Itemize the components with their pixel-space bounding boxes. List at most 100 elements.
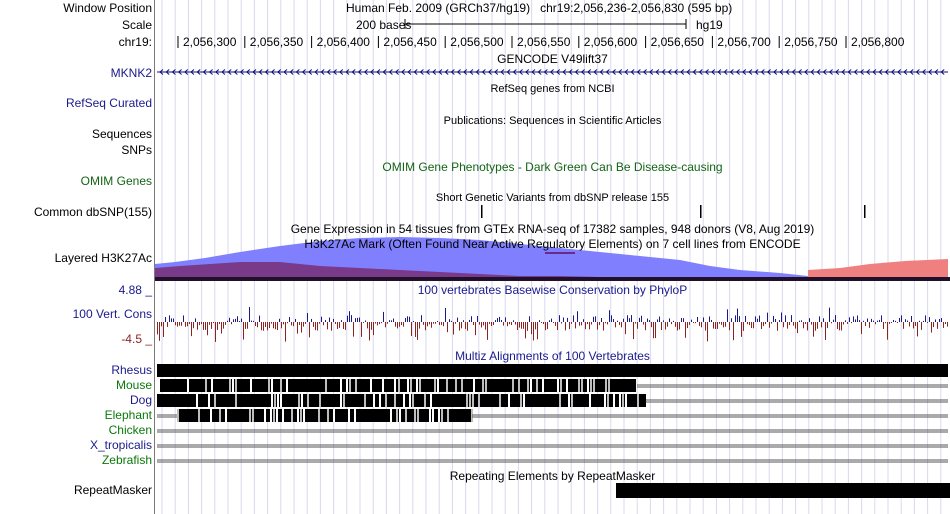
- cons-bar: [913, 322, 914, 329]
- species-label-dog[interactable]: Dog: [0, 393, 152, 407]
- alignment-mismatch: [249, 409, 251, 422]
- refseq-track-title: RefSeq genes from NCBI: [490, 83, 615, 95]
- cons-bar: [933, 322, 934, 328]
- alignment-mismatch: [318, 409, 320, 422]
- species-label-zebrafish[interactable]: Zebrafish: [0, 453, 152, 467]
- sequences-label[interactable]: Sequences: [0, 127, 152, 141]
- cons-bar: [261, 322, 262, 331]
- cons-bar: [425, 322, 426, 331]
- species-label-x-tropicalis[interactable]: X_tropicalis: [0, 438, 152, 452]
- snps-label[interactable]: SNPs: [0, 143, 152, 157]
- alignment-block: [398, 379, 636, 392]
- cons-bar: [767, 312, 768, 322]
- dbsnp-track-label[interactable]: Common dbSNP(155): [0, 205, 152, 219]
- cons-bar: [397, 322, 398, 329]
- cons-bar: [909, 322, 910, 327]
- cons-bar: [517, 322, 518, 330]
- alignment-mismatch: [268, 379, 270, 392]
- cons-bar: [673, 320, 674, 322]
- cons-bar: [939, 319, 940, 322]
- alignment-mismatch: [542, 379, 544, 392]
- cons-bar: [563, 317, 564, 322]
- cons-bar: [529, 316, 530, 322]
- cons-bar: [931, 322, 932, 333]
- cons-bar: [469, 319, 470, 322]
- cons-bar: [501, 320, 502, 322]
- cons-bar: [419, 322, 420, 329]
- cons-bar: [259, 315, 260, 322]
- cons-bar: [497, 318, 498, 322]
- cons-bar: [929, 317, 930, 322]
- cons-bar: [657, 319, 658, 322]
- refseq-track-label[interactable]: RefSeq Curated: [0, 96, 152, 110]
- alignment-mismatch: [508, 394, 510, 407]
- repeatmasker-track-label[interactable]: RepeatMasker: [0, 483, 152, 497]
- cons-bar: [403, 322, 404, 327]
- cons-bar: [791, 315, 792, 322]
- cons-bar: [265, 322, 266, 327]
- alignment-mismatch: [300, 409, 302, 422]
- cons-bar: [749, 322, 750, 326]
- cons-bar: [825, 322, 826, 341]
- alignment-mismatch: [301, 394, 303, 407]
- cons-bar: [441, 322, 442, 325]
- cons-bar: [815, 322, 816, 331]
- cons-bar: [205, 322, 206, 330]
- cons-bar: [717, 322, 718, 329]
- cons-bar: [651, 322, 652, 328]
- cons-bar: [741, 322, 742, 337]
- cons-bar: [663, 320, 664, 322]
- cons-bar: [743, 322, 744, 331]
- cons-bar: [423, 322, 424, 325]
- gene-label-mknk2[interactable]: MKNK2: [0, 66, 152, 80]
- cons-bar: [653, 322, 654, 339]
- alignment-mismatch: [235, 394, 237, 407]
- alignment-mismatch: [473, 379, 475, 392]
- species-label-mouse[interactable]: Mouse: [0, 378, 152, 392]
- cons-bar: [383, 311, 384, 322]
- alignment-mismatch: [424, 394, 426, 407]
- cons-bar: [737, 308, 738, 322]
- cons-bar: [731, 318, 732, 322]
- cons-bar: [799, 320, 800, 322]
- alignment-mismatch: [177, 409, 179, 422]
- cons-bar: [357, 317, 358, 322]
- cons-bar: [695, 322, 696, 324]
- alignment-mismatch: [587, 379, 589, 392]
- cons-bar: [163, 322, 164, 337]
- cons-bar: [491, 322, 492, 327]
- species-label-elephant[interactable]: Elephant: [0, 408, 152, 422]
- cons-bar: [709, 316, 710, 322]
- cons-bar: [595, 316, 596, 322]
- alignment-mismatch: [590, 379, 592, 392]
- cons-bar: [755, 316, 756, 322]
- cons-bar: [285, 322, 286, 342]
- cons-bar: [339, 322, 340, 328]
- ruler-tick-label: 2,056,350: [249, 35, 304, 49]
- species-label-rhesus[interactable]: Rhesus: [0, 363, 152, 377]
- cons-bar: [295, 318, 296, 322]
- alignment-mismatch: [252, 409, 254, 422]
- cons-bar: [507, 322, 508, 327]
- cons-bar: [515, 322, 516, 325]
- cons-bar: [401, 322, 402, 326]
- h3k27ac-baseline: [155, 277, 950, 281]
- h3k27ac-track-label[interactable]: Layered H3K27Ac: [0, 251, 152, 265]
- cons-bar: [699, 322, 700, 326]
- cons-bar: [869, 322, 870, 328]
- ruler-tick-label: 2,056,750: [784, 35, 838, 49]
- cons-bar: [161, 322, 162, 327]
- cons-bar: [809, 318, 810, 322]
- cons-bar: [207, 322, 208, 336]
- cons-bar: [493, 322, 494, 326]
- cons-bar: [535, 322, 536, 330]
- omim-track-label[interactable]: OMIM Genes: [0, 174, 152, 188]
- cons-bar: [671, 322, 672, 325]
- species-label-chicken[interactable]: Chicken: [0, 423, 152, 437]
- cons-bar: [219, 322, 220, 325]
- alignment-mismatch: [196, 394, 198, 407]
- cons-bar: [351, 315, 352, 322]
- ruler-tick-label: 2,056,550: [517, 35, 571, 49]
- conservation-track-label[interactable]: 100 Vert. Cons: [0, 307, 152, 321]
- cons-bar: [817, 322, 818, 329]
